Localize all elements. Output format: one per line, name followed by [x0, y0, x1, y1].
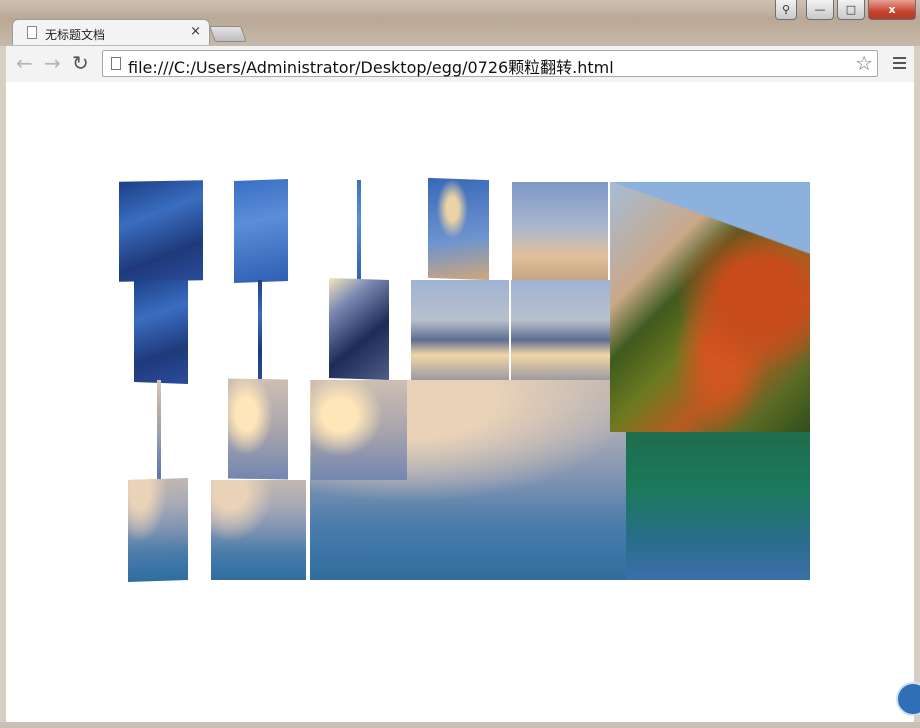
- page-content: [6, 82, 920, 722]
- new-tab-button[interactable]: [209, 26, 247, 42]
- window-controls: ⚲ — □ x: [775, 0, 916, 20]
- browser-tab[interactable]: 无标题文档 ×: [12, 19, 210, 46]
- image-tile: [411, 280, 509, 380]
- user-icon[interactable]: ⚲: [775, 0, 797, 20]
- address-bar[interactable]: file:///C:/Users/Administrator/Desktop/e…: [102, 50, 878, 77]
- minimize-button[interactable]: —: [806, 0, 834, 20]
- image-tile: [228, 378, 288, 480]
- image-tile: [134, 278, 188, 384]
- image-tile: [234, 179, 288, 283]
- image-tile: [511, 280, 610, 380]
- image-tile: [610, 182, 810, 432]
- image-tile: [157, 380, 161, 480]
- image-tile: [211, 480, 306, 580]
- image-tile: [512, 182, 608, 280]
- image-tile: [357, 180, 361, 280]
- image-tile: [258, 280, 262, 380]
- image-tile: [311, 380, 407, 480]
- image-tile: [119, 180, 203, 282]
- forward-arrow-icon[interactable]: →: [44, 52, 61, 74]
- url-text[interactable]: file:///C:/Users/Administrator/Desktop/e…: [128, 54, 614, 78]
- page-icon: [111, 57, 121, 70]
- menu-icon[interactable]: [893, 57, 906, 72]
- maximize-button[interactable]: □: [837, 0, 865, 20]
- browser-toolbar: ← → ↻ file:///C:/Users/Administrator/Des…: [6, 45, 914, 83]
- star-icon[interactable]: ☆: [855, 51, 873, 75]
- page-icon: [27, 26, 37, 39]
- close-tab-icon[interactable]: ×: [190, 24, 201, 39]
- image-tile: [128, 477, 188, 583]
- tab-title: 无标题文档: [45, 28, 106, 42]
- taskbar: [0, 722, 920, 728]
- image-tile: [428, 177, 489, 281]
- reload-icon[interactable]: ↻: [72, 52, 89, 74]
- back-arrow-icon[interactable]: ←: [16, 52, 33, 74]
- floating-widget-icon[interactable]: [896, 682, 920, 716]
- image-tile: [329, 277, 389, 381]
- close-window-button[interactable]: x: [868, 0, 916, 20]
